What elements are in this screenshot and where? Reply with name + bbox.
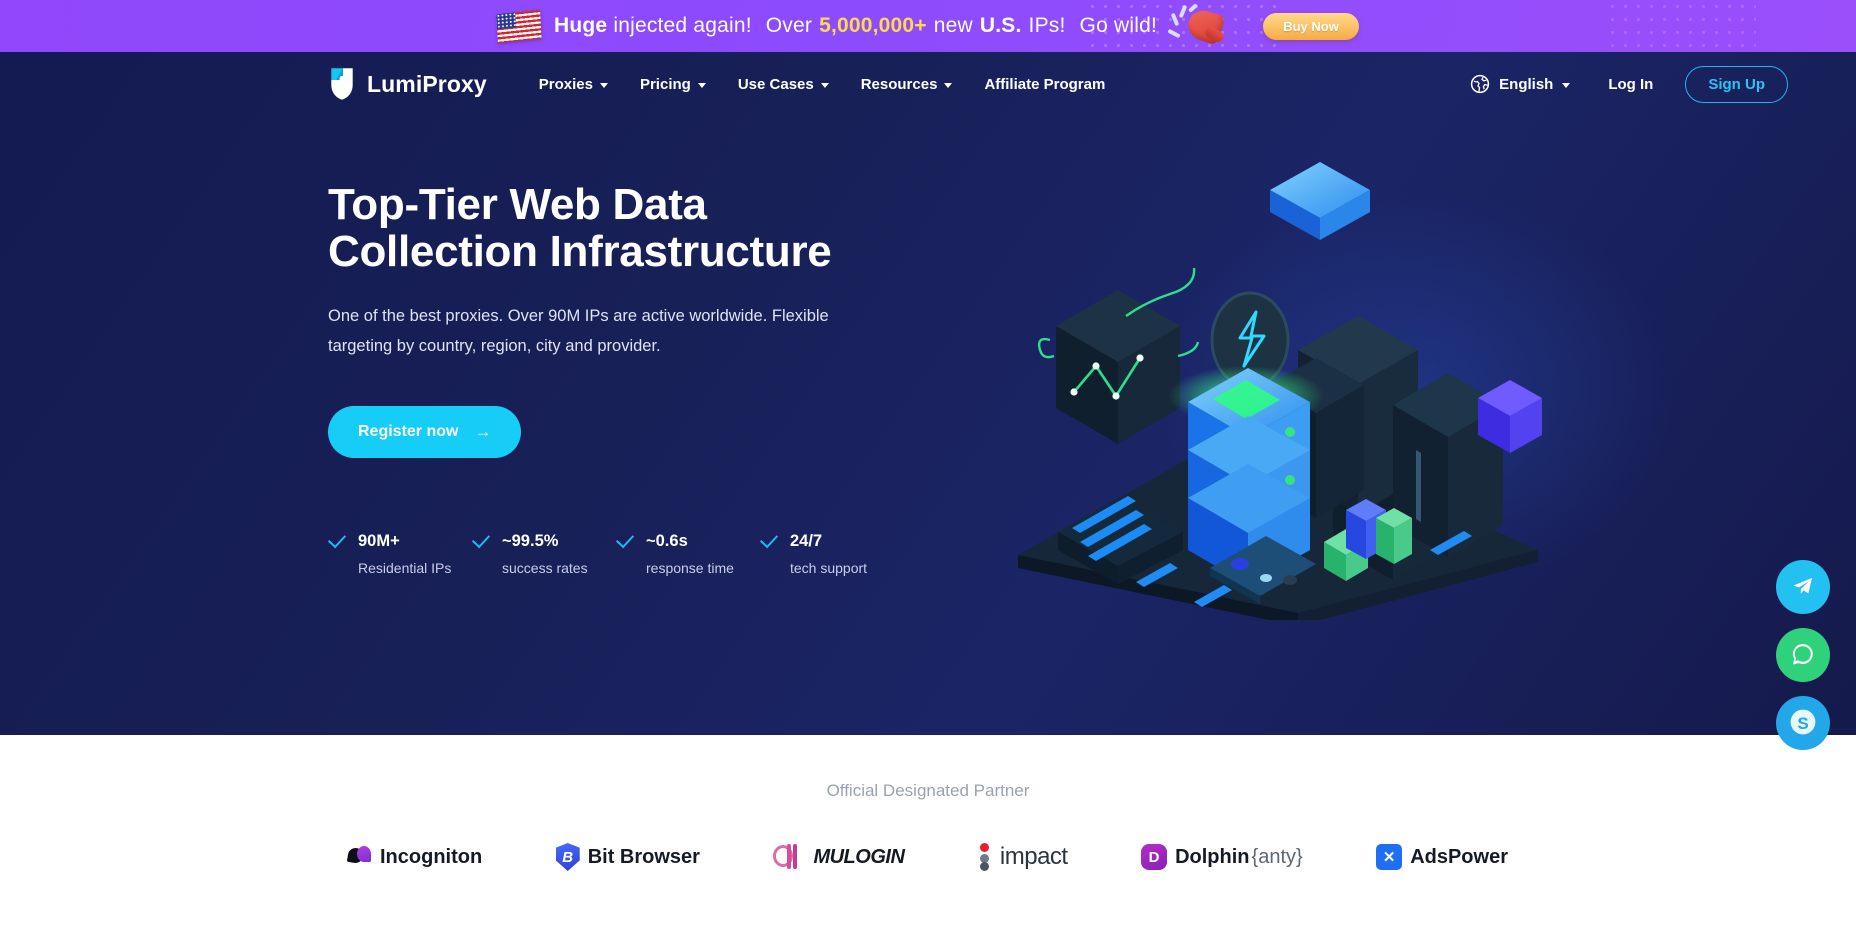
whatsapp-button[interactable]	[1776, 628, 1830, 682]
arrow-right-icon: →	[474, 422, 492, 442]
chevron-down-icon	[599, 82, 608, 88]
partner-impact[interactable]: impact	[978, 843, 1068, 871]
floating-social-rail: S	[1776, 560, 1830, 750]
stat-label: Residential IPs	[358, 559, 452, 576]
nav-item-proxies[interactable]: Proxies	[523, 68, 624, 101]
promo-text-4: IPs!	[1028, 14, 1066, 37]
nav-item-resources-label: Resources	[860, 75, 938, 93]
partner-adspower[interactable]: ✕ AdsPower	[1376, 844, 1508, 870]
telegram-icon	[1789, 572, 1817, 603]
register-now-label: Register now	[358, 422, 459, 440]
nav-right-group: English Log In Sign Up	[1456, 65, 1788, 103]
skype-button[interactable]: S	[1776, 696, 1830, 750]
us-flag-icon	[496, 9, 542, 43]
isometric-server-datacenter-illustration	[998, 150, 1558, 620]
nav-item-affiliate-program-label: Affiliate Program	[984, 75, 1106, 93]
check-icon	[616, 535, 633, 547]
main-navigation: LumiProxy Proxies Pricing Use Cases Reso…	[0, 58, 1856, 110]
partner-name: impact	[999, 843, 1068, 870]
partner-name: Dolphin	[1175, 845, 1250, 868]
brand-name: LumiProxy	[367, 70, 487, 97]
partner-name-suffix: {anty}	[1251, 845, 1303, 868]
hero-title-line-1: Top-Tier Web Data	[328, 180, 707, 229]
promo-message: Huge injected again! Over 5,000,000+ new U.S…	[554, 14, 1157, 38]
partners-title: Official Designated Partner	[826, 781, 1030, 800]
nav-links: Proxies Pricing Use Cases Resources Affi…	[523, 68, 1122, 101]
bit-browser-logo-icon: B	[555, 843, 580, 871]
partner-name: Incogniton	[380, 845, 483, 868]
partner-logo-row: Incogniton B Bit Browser MULOGIN impact …	[338, 843, 1518, 871]
check-icon	[472, 535, 489, 547]
buy-now-button[interactable]: Buy Now	[1263, 12, 1359, 40]
incogniton-logo-icon	[346, 846, 372, 868]
check-icon	[328, 535, 345, 547]
nav-item-pricing[interactable]: Pricing	[624, 68, 722, 101]
signup-button[interactable]: Sign Up	[1685, 65, 1788, 103]
nav-item-proxies-label: Proxies	[538, 75, 593, 93]
promo-banner: Huge injected again! Over 5,000,000+ new U.S…	[0, 0, 1856, 52]
check-icon	[760, 535, 777, 547]
partner-bit-browser[interactable]: B Bit Browser	[555, 843, 700, 871]
adspower-logo-icon: ✕	[1376, 844, 1403, 870]
hero-title: Top-Tier Web Data Collection Infrastruct…	[328, 180, 968, 276]
promo-text-2: Over	[765, 14, 813, 37]
partner-name: AdsPower	[1410, 845, 1508, 868]
stat-tech-support: 24/7 tech support	[760, 532, 904, 576]
hero-body: Top-Tier Web Data Collection Infrastruct…	[0, 110, 1856, 620]
stat-success-rates: ~99.5% success rates	[472, 532, 616, 576]
hero-stats: 90M+ Residential IPs ~99.5% success rate…	[328, 532, 968, 576]
svg-text:S: S	[1797, 714, 1808, 733]
language-selector[interactable]: English	[1456, 66, 1584, 102]
stat-label: tech support	[790, 559, 868, 576]
stat-value: ~99.5%	[502, 531, 559, 550]
promo-word-huge: Huge	[553, 14, 608, 37]
stat-label: success rates	[502, 559, 588, 576]
whatsapp-icon	[1789, 640, 1817, 671]
promo-text-5: Go wild!	[1079, 14, 1157, 37]
impact-logo-icon	[978, 843, 992, 871]
hero-copy: Top-Tier Web Data Collection Infrastruct…	[328, 110, 968, 620]
nav-item-affiliate-program[interactable]: Affiliate Program	[968, 68, 1121, 101]
partner-name: MULOGIN	[813, 845, 905, 868]
stat-response-time: ~0.6s response time	[616, 532, 760, 576]
stat-value: 90M+	[358, 531, 400, 550]
chevron-down-icon	[820, 82, 829, 88]
nav-item-use-cases[interactable]: Use Cases	[722, 68, 845, 101]
promo-amount: 5,000,000+	[819, 14, 927, 37]
skype-icon: S	[1788, 707, 1818, 740]
hero-title-line-2: Collection Infrastructure	[328, 226, 832, 276]
mulogin-logo-icon	[773, 844, 805, 870]
partner-mulogin[interactable]: MULOGIN	[773, 844, 905, 870]
hero-subtitle: One of the best proxies. Over 90M IPs ar…	[328, 307, 829, 356]
promo-text-3: new	[933, 14, 973, 37]
stat-value: 24/7	[790, 531, 823, 550]
stat-value: ~0.6s	[646, 531, 688, 550]
promo-text-1: injected again!	[607, 14, 752, 37]
login-button[interactable]: Log In	[1590, 68, 1671, 101]
nav-item-resources[interactable]: Resources	[845, 68, 969, 101]
chevron-down-icon	[697, 82, 706, 88]
globe-icon	[1470, 74, 1490, 94]
stat-label: response time	[646, 559, 734, 576]
dolphin-anty-logo-icon: D	[1141, 844, 1168, 870]
telegram-button[interactable]	[1776, 560, 1830, 614]
promo-word-us: U.S.	[979, 14, 1022, 37]
chevron-down-icon	[944, 82, 953, 88]
partner-name: Bit Browser	[587, 845, 700, 868]
megaphone-icon	[1167, 3, 1228, 47]
chevron-down-icon	[1562, 82, 1571, 88]
nav-item-pricing-label: Pricing	[639, 75, 691, 93]
nav-item-use-cases-label: Use Cases	[737, 75, 814, 93]
partners-section: Official Designated Partner Incogniton B…	[0, 735, 1856, 925]
brand-logo[interactable]: LumiProxy	[328, 67, 487, 101]
partner-dolphin-anty[interactable]: D Dolphin {anty}	[1141, 844, 1303, 870]
hero-section: LumiProxy Proxies Pricing Use Cases Reso…	[0, 52, 1856, 735]
register-now-button[interactable]: Register now →	[328, 405, 522, 458]
landing-page: Huge injected again! Over 5,000,000+ new U.S…	[0, 0, 1856, 925]
banner-dot-pattern-right	[1606, 0, 1756, 52]
language-label: English	[1499, 75, 1554, 93]
partner-incogniton[interactable]: Incogniton	[346, 845, 483, 869]
stat-residential-ips: 90M+ Residential IPs	[328, 532, 472, 576]
lumiproxy-shield-icon	[328, 67, 356, 101]
